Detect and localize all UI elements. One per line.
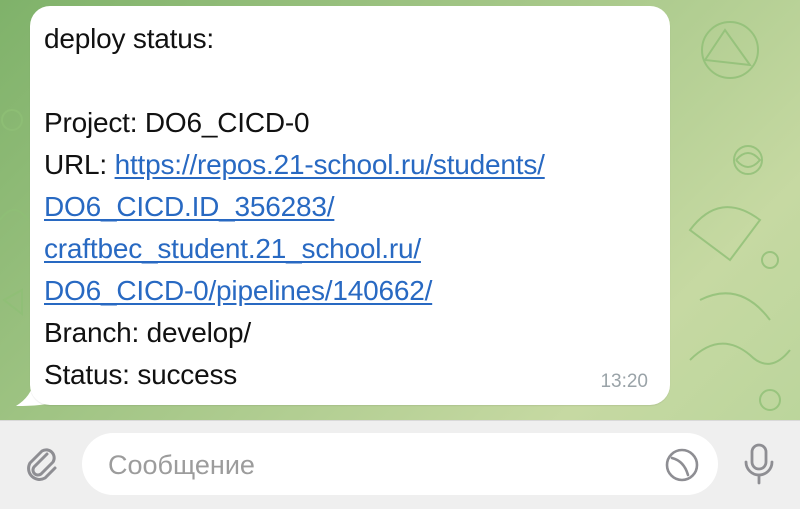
url-label: URL:: [44, 149, 115, 180]
message-bubble[interactable]: deploy status: Project: DO6_CICD-0 URL: …: [30, 6, 670, 405]
pipeline-link-part-1[interactable]: https://repos.21-school.ru/students/: [115, 149, 545, 180]
pipeline-link-part-3[interactable]: craftbec_student.21_school.ru/: [44, 228, 652, 270]
microphone-icon: [744, 443, 774, 485]
message-text: deploy status: Project: DO6_CICD-0 URL: …: [44, 18, 652, 396]
message-composer: [0, 420, 800, 509]
chat-area: deploy status: Project: DO6_CICD-0 URL: …: [0, 0, 800, 420]
pipeline-link-part-4[interactable]: DO6_CICD-0/pipelines/140662/: [44, 270, 652, 312]
message-input-container[interactable]: [82, 433, 718, 497]
branch-line: Branch: develop/: [44, 317, 251, 348]
url-line: URL: https://repos.21-school.ru/students…: [44, 144, 652, 186]
pipeline-link-part-2[interactable]: DO6_CICD.ID_356283/: [44, 186, 652, 228]
attach-button[interactable]: [18, 441, 64, 487]
status-line: Status: success: [44, 359, 238, 390]
sticker-icon[interactable]: [664, 447, 700, 483]
message-input[interactable]: [106, 433, 650, 497]
voice-message-button[interactable]: [734, 439, 784, 489]
paperclip-icon: [27, 448, 57, 481]
message-header: deploy status:: [44, 23, 214, 54]
message-timestamp: 13:20: [600, 371, 648, 392]
project-line: Project: DO6_CICD-0: [44, 107, 310, 138]
